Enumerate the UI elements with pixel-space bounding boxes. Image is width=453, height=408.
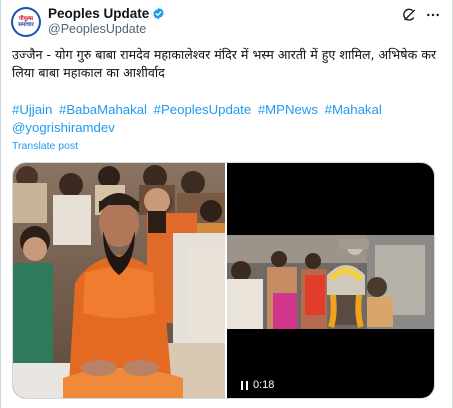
hashtag-link[interactable]: #Mahakal: [325, 102, 382, 117]
translate-post-link[interactable]: Translate post: [12, 140, 78, 152]
hashtag-link[interactable]: #MPNews: [258, 102, 318, 117]
video-frame: [227, 235, 434, 329]
author-name-row[interactable]: Peoples Update: [48, 6, 165, 21]
tweet-card: पीपुल्स समाचार Peoples Update @PeoplesUp…: [0, 0, 453, 408]
media-grid: 0:18: [12, 162, 435, 399]
hashtag-link[interactable]: #PeoplesUpdate: [154, 102, 252, 117]
verified-badge-icon: [153, 7, 164, 20]
video-timestamp[interactable]: 0:18: [235, 376, 281, 394]
author-display-name[interactable]: Peoples Update: [48, 6, 149, 21]
hashtag-link[interactable]: #Ujjain: [12, 102, 52, 117]
video-illustration: [227, 235, 434, 329]
hashtag-link[interactable]: #BabaMahakal: [59, 102, 147, 117]
avatar-logo-text-bottom: समाचार: [18, 22, 34, 28]
more-icon[interactable]: [425, 7, 441, 23]
tweet-hashtags: #Ujjain #BabaMahakal #PeoplesUpdate #MPN…: [12, 101, 440, 137]
avatar-logo: पीपुल्स समाचार: [13, 9, 39, 35]
photo-illustration: [13, 163, 225, 398]
pause-icon[interactable]: [241, 380, 248, 390]
author-handle[interactable]: @PeoplesUpdate: [48, 22, 146, 36]
mention-link[interactable]: @yogrishiramdev: [12, 120, 115, 135]
media-photo[interactable]: [13, 163, 225, 398]
tweet-text: उज्जैन - योग गुरु बाबा रामदेव महाकालेश्व…: [12, 47, 437, 80]
grok-icon[interactable]: [401, 7, 417, 23]
media-video[interactable]: 0:18: [227, 163, 434, 398]
avatar[interactable]: पीपुल्स समाचार: [11, 7, 41, 37]
video-time-label: 0:18: [253, 379, 275, 391]
